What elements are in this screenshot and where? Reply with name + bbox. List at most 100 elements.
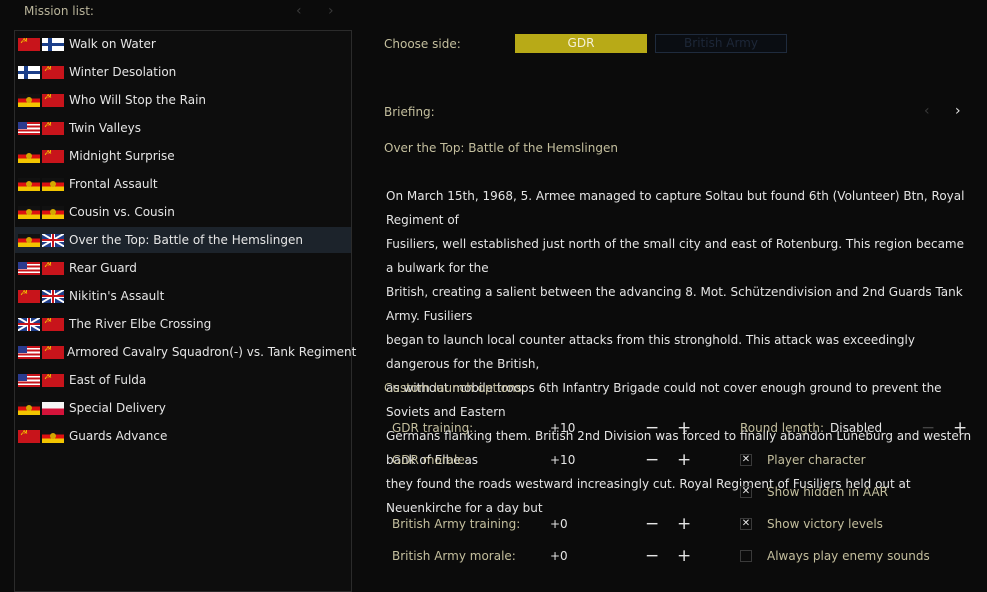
mission-list-item[interactable]: Guards Advance <box>15 423 351 449</box>
gdr-training-minus-icon[interactable]: − <box>645 420 659 437</box>
mission-list-item[interactable]: Nikitin's Assault <box>15 283 351 309</box>
british-army-training-value: +0 <box>550 517 568 531</box>
british-army-morale-minus-icon[interactable]: − <box>645 548 659 565</box>
gdr-morale-plus-icon[interactable]: + <box>677 452 691 469</box>
gdr-flag-icon <box>18 177 40 191</box>
mission-label: Twin Valleys <box>69 121 141 135</box>
mission-flags <box>18 373 66 387</box>
mission-list-item[interactable]: Who Will Stop the Rain <box>15 87 351 113</box>
briefing-prev-icon[interactable]: ‹ <box>924 104 930 118</box>
mission-label: Winter Desolation <box>69 65 177 79</box>
mission-list-prev-icon[interactable]: ‹ <box>296 4 302 18</box>
ussr-flag-icon <box>18 37 40 51</box>
usa-flag-icon <box>18 121 40 135</box>
ussr-flag-icon <box>42 121 64 135</box>
mission-list-item[interactable]: Frontal Assault <box>15 171 351 197</box>
mission-flags <box>18 429 66 443</box>
briefing-label: Briefing: <box>384 105 435 119</box>
mission-flags <box>18 401 66 415</box>
mission-list-item[interactable]: Cousin vs. Cousin <box>15 199 351 225</box>
gdr-training-label: GDR training: <box>392 421 474 435</box>
ussr-flag-icon <box>42 149 64 163</box>
british-army-morale-label: British Army morale: <box>392 549 516 563</box>
mission-list-item[interactable]: Special Delivery <box>15 395 351 421</box>
mission-label: Cousin vs. Cousin <box>69 205 175 219</box>
usa-flag-icon <box>18 373 40 387</box>
mission-flags <box>18 65 66 79</box>
round-length-label: Round length: <box>740 421 825 435</box>
british-army-training-label: British Army training: <box>392 517 521 531</box>
mission-label: Frontal Assault <box>69 177 158 191</box>
gdr-flag-icon <box>42 205 64 219</box>
mission-label: Armored Cavalry Squadron(-) vs. Tank Reg… <box>67 345 357 359</box>
british-army-training-plus-icon[interactable]: + <box>677 516 691 533</box>
mission-list-item[interactable]: Armored Cavalry Squadron(-) vs. Tank Reg… <box>15 339 356 365</box>
gdr-flag-icon <box>18 233 40 247</box>
gdr-flag-icon <box>18 149 40 163</box>
poland-flag-icon <box>42 401 64 415</box>
briefing-title: Over the Top: Battle of the Hemslingen <box>384 141 618 155</box>
mission-list-item[interactable]: East of Fulda <box>15 367 351 393</box>
gdr-flag-icon <box>42 429 64 443</box>
mission-flags <box>18 93 66 107</box>
british-army-training-minus-icon[interactable]: − <box>645 516 659 533</box>
mission-flags <box>18 289 66 303</box>
usa-flag-icon <box>18 261 40 275</box>
show-victory-levels-checkbox[interactable]: ✕ <box>740 518 752 530</box>
round-length-plus-icon[interactable]: + <box>953 420 967 437</box>
gdr-morale-minus-icon[interactable]: − <box>645 452 659 469</box>
mission-list-item[interactable]: The River Elbe Crossing <box>15 311 351 337</box>
mission-list-header: Mission list: <box>24 4 94 18</box>
custom-launch-options-label: Custom launch options: <box>384 381 526 395</box>
mission-list-item[interactable]: Midnight Surprise <box>15 143 351 169</box>
mission-label: Special Delivery <box>69 401 166 415</box>
uk-flag-icon <box>42 233 64 247</box>
mission-list-item[interactable]: Walk on Water <box>15 31 351 57</box>
mission-flags <box>18 317 66 331</box>
briefing-next-icon[interactable]: › <box>955 104 961 118</box>
mission-label: Nikitin's Assault <box>69 289 165 303</box>
gdr-morale-label: GDR morale: <box>392 453 469 467</box>
gdr-training-plus-icon[interactable]: + <box>677 420 691 437</box>
uk-flag-icon <box>42 289 64 303</box>
mission-label: Walk on Water <box>69 37 156 51</box>
mission-flags <box>18 149 66 163</box>
mission-label: Who Will Stop the Rain <box>69 93 207 107</box>
gdr-flag-icon <box>18 401 40 415</box>
mission-list-item[interactable]: Twin Valleys <box>15 115 351 141</box>
ussr-flag-icon <box>42 65 64 79</box>
ussr-flag-icon <box>42 317 64 331</box>
briefing-line: British, creating a salient between the … <box>386 285 963 323</box>
ussr-flag-icon <box>18 289 40 303</box>
mission-flags <box>18 205 66 219</box>
ussr-flag-icon <box>42 345 64 359</box>
ussr-flag-icon <box>42 373 64 387</box>
usa-flag-icon <box>18 345 40 359</box>
show-victory-levels-label: Show victory levels <box>767 517 883 531</box>
player-character-checkbox[interactable]: ✕ <box>740 454 752 466</box>
mission-flags <box>18 261 66 275</box>
side-british-army-button[interactable]: British Army <box>655 34 787 53</box>
gdr-flag-icon <box>42 177 64 191</box>
mission-list-next-icon[interactable]: › <box>328 4 334 18</box>
british-army-morale-value: +0 <box>550 549 568 563</box>
mission-flags <box>18 177 66 191</box>
gdr-flag-icon <box>18 93 40 107</box>
show-hidden-in-aar-checkbox[interactable]: ✕ <box>740 486 752 498</box>
british-army-morale-plus-icon[interactable]: + <box>677 548 691 565</box>
mission-list-item[interactable]: Over the Top: Battle of the Hemslingen <box>15 227 351 253</box>
round-length-minus-icon[interactable]: − <box>921 420 935 437</box>
mission-label: Guards Advance <box>69 429 168 443</box>
always-play-enemy-sounds-checkbox[interactable] <box>740 550 752 562</box>
gdr-training-value: +10 <box>550 421 576 435</box>
gdr-flag-icon <box>18 205 40 219</box>
mission-list-item[interactable]: Winter Desolation <box>15 59 351 85</box>
mission-label: The River Elbe Crossing <box>69 317 212 331</box>
side-gdr-button[interactable]: GDR <box>515 34 647 53</box>
mission-label: Rear Guard <box>69 261 137 275</box>
finland-flag-icon <box>18 65 40 79</box>
briefing-line: On March 15th, 1968, 5. Armee managed to… <box>386 189 965 227</box>
mission-list-item[interactable]: Rear Guard <box>15 255 351 281</box>
mission-label: Midnight Surprise <box>69 149 175 163</box>
mission-label: East of Fulda <box>69 373 147 387</box>
